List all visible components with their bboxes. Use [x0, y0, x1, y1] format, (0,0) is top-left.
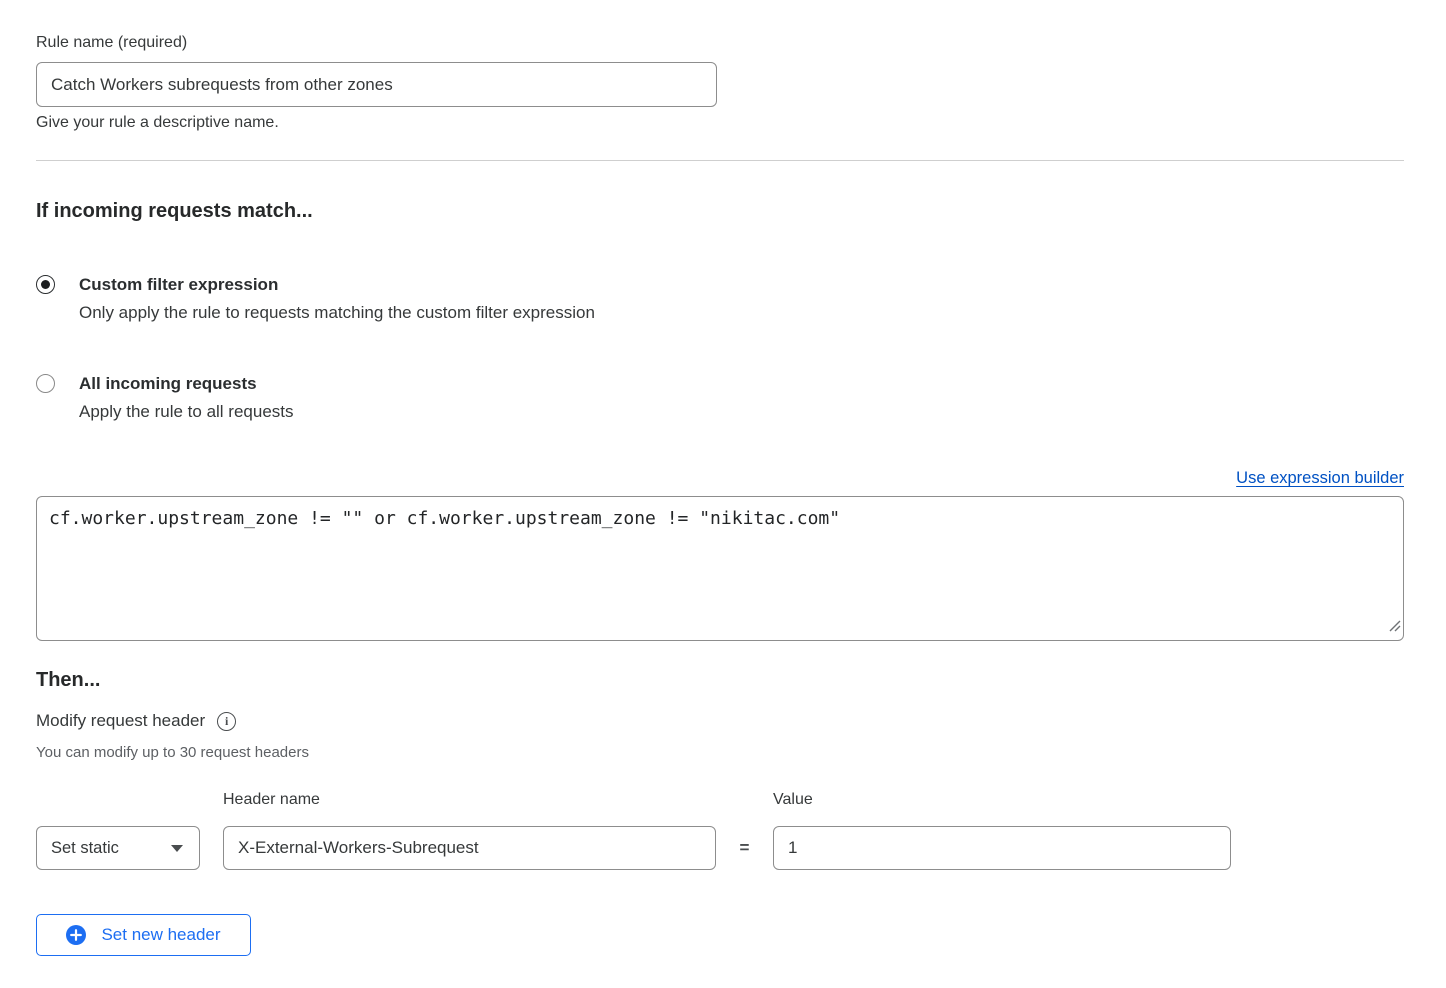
radio-option-custom-filter-expression[interactable]: Custom filter expression Only apply the … [36, 273, 1404, 325]
set-new-header-button[interactable]: Set new header [36, 914, 251, 956]
header-operation-select-value: Set static [51, 839, 119, 858]
use-expression-builder-link[interactable]: Use expression builder [1236, 469, 1404, 487]
radio-option-label: Custom filter expression [79, 273, 595, 297]
set-new-header-button-label: Set new header [101, 925, 220, 945]
equals-sign: = [739, 838, 750, 858]
radio-selected-icon[interactable] [36, 275, 55, 294]
headers-limit-helper: You can modify up to 30 request headers [36, 743, 1404, 762]
match-section-heading: If incoming requests match... [36, 199, 1404, 224]
radio-option-label: All incoming requests [79, 372, 294, 396]
rule-name-label: Rule name (required) [36, 33, 1404, 53]
builder-link-row: Use expression builder [36, 468, 1404, 489]
plus-icon [66, 925, 86, 945]
radio-option-description: Apply the rule to all requests [79, 400, 294, 424]
radio-unselected-icon[interactable] [36, 374, 55, 393]
info-icon[interactable]: i [217, 712, 236, 731]
header-row: Header name Value Set static = [36, 790, 1404, 870]
rule-name-input[interactable] [36, 62, 717, 107]
expression-editor: cf.worker.upstream_zone != "" or cf.work… [36, 496, 1404, 641]
header-operation-select[interactable]: Set static [36, 826, 200, 870]
section-divider [36, 160, 1404, 161]
radio-option-texts: All incoming requests Apply the rule to … [79, 372, 294, 424]
chevron-down-icon [171, 845, 183, 852]
action-label: Modify request header [36, 710, 205, 732]
radio-option-texts: Custom filter expression Only apply the … [79, 273, 595, 325]
radio-option-all-incoming-requests[interactable]: All incoming requests Apply the rule to … [36, 372, 1404, 424]
value-label: Value [773, 790, 1231, 810]
radio-option-description: Only apply the rule to requests matching… [79, 301, 595, 325]
header-name-input[interactable] [223, 826, 716, 870]
header-name-label: Header name [223, 790, 716, 810]
rule-editor-form: Rule name (required) Give your rule a de… [0, 0, 1446, 956]
action-row: Modify request header i [36, 710, 1404, 732]
filter-expression-textarea[interactable]: cf.worker.upstream_zone != "" or cf.work… [36, 496, 1404, 641]
rule-name-helper: Give your rule a descriptive name. [36, 113, 1404, 133]
then-section-heading: Then... [36, 668, 1404, 693]
header-value-input[interactable] [773, 826, 1231, 870]
